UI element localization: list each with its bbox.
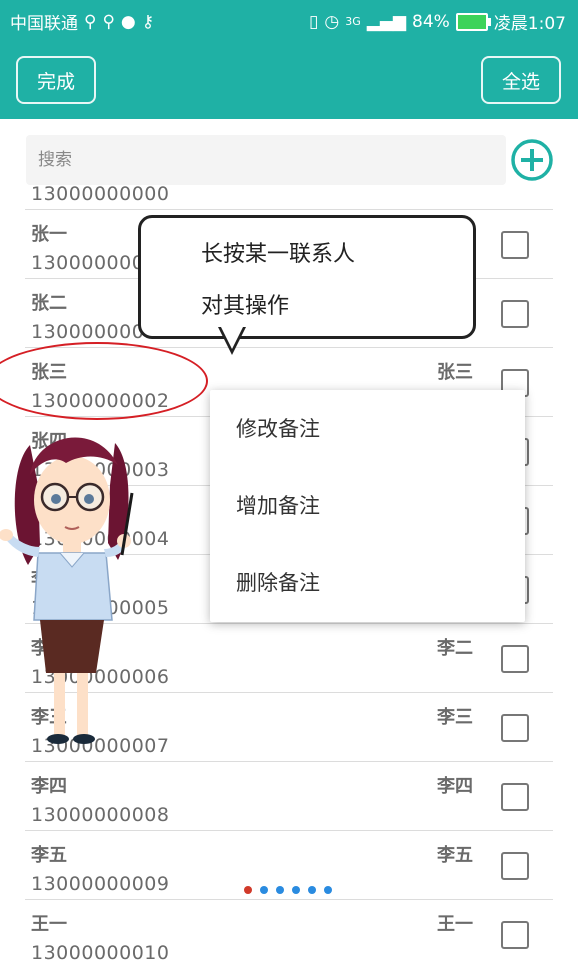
checkbox-icon[interactable] (501, 231, 529, 259)
done-button[interactable]: 完成 (16, 56, 96, 104)
checkbox-icon[interactable] (501, 300, 529, 328)
page-dot (276, 886, 284, 894)
contact-remark: 李三 (437, 707, 473, 728)
status-bar: 中国联通 ⚲ ⚲ ● ⚷ ▯ ◷ 3G ▂▄▆ 84% 凌晨1:07 (0, 0, 578, 42)
checkbox-icon[interactable] (501, 783, 529, 811)
action-bar: 完成 全选 (0, 42, 578, 119)
contact-phone: 13000000009 (31, 873, 170, 895)
select-all-button[interactable]: 全选 (481, 56, 561, 104)
contact-remark: 王一 (437, 914, 473, 935)
page-dot (308, 886, 316, 894)
contact-phone: 13000000008 (31, 804, 170, 826)
page-dot (260, 886, 268, 894)
list-item[interactable]: 王一 13000000010 王一 (25, 899, 553, 960)
plus-circle-icon[interactable] (510, 138, 554, 182)
menu-item-delete-remark[interactable]: 删除备注 (210, 544, 525, 621)
contact-remark: 李四 (437, 776, 473, 797)
checkbox-icon[interactable] (501, 645, 529, 673)
menu-item-add-remark[interactable]: 增加备注 (210, 467, 525, 544)
tooltip-line-2: 对其操作 (201, 294, 290, 319)
signal-icon: ▂▄▆ (366, 11, 407, 32)
vibrate-icon: ▯ (309, 11, 319, 32)
contact-remark: 李二 (437, 638, 473, 659)
page-dot (292, 886, 300, 894)
clock: 凌晨1:07 (493, 14, 566, 34)
contact-phone: 13000000000 (31, 186, 170, 205)
checkbox-icon[interactable] (501, 921, 529, 949)
context-menu: 修改备注 增加备注 删除备注 (210, 390, 525, 622)
usb-icon: ⚲ (84, 11, 97, 32)
tooltip-line-1: 长按某一联系人 (201, 242, 356, 267)
contact-name: 李四 (31, 776, 67, 797)
teacher-illustration (0, 437, 134, 744)
speech-bubble: 长按某一联系人 对其操作 (138, 215, 476, 339)
contact-phone: 13000000010 (31, 942, 170, 960)
key-icon: ⚷ (141, 11, 155, 32)
contact-name: 李五 (31, 845, 67, 866)
contact-remark: 张三 (437, 362, 473, 383)
network-label: 3G (345, 15, 361, 28)
contact-name: 张一 (31, 224, 67, 245)
list-item[interactable]: 13000000000 (25, 186, 553, 210)
list-item[interactable]: 李四 13000000008 李四 (25, 761, 553, 831)
contact-remark: 李五 (437, 845, 473, 866)
checkbox-icon[interactable] (501, 852, 529, 880)
page-indicator (244, 886, 332, 894)
usb-icon-2: ⚲ (102, 11, 115, 32)
menu-item-edit-remark[interactable]: 修改备注 (210, 390, 525, 467)
page-dot-active (244, 886, 252, 894)
message-icon: ● (120, 11, 136, 32)
alarm-icon: ◷ (324, 11, 340, 32)
page-dot (324, 886, 332, 894)
speech-bubble-tail-inner (221, 327, 243, 349)
carrier-label: 中国联通 (10, 14, 78, 34)
checkbox-icon[interactable] (501, 714, 529, 742)
battery-percent: 84% (412, 11, 450, 32)
contact-name: 张二 (31, 293, 67, 314)
search-input[interactable]: 搜索 (26, 135, 506, 185)
contact-name: 王一 (31, 914, 67, 935)
battery-icon (455, 12, 491, 31)
